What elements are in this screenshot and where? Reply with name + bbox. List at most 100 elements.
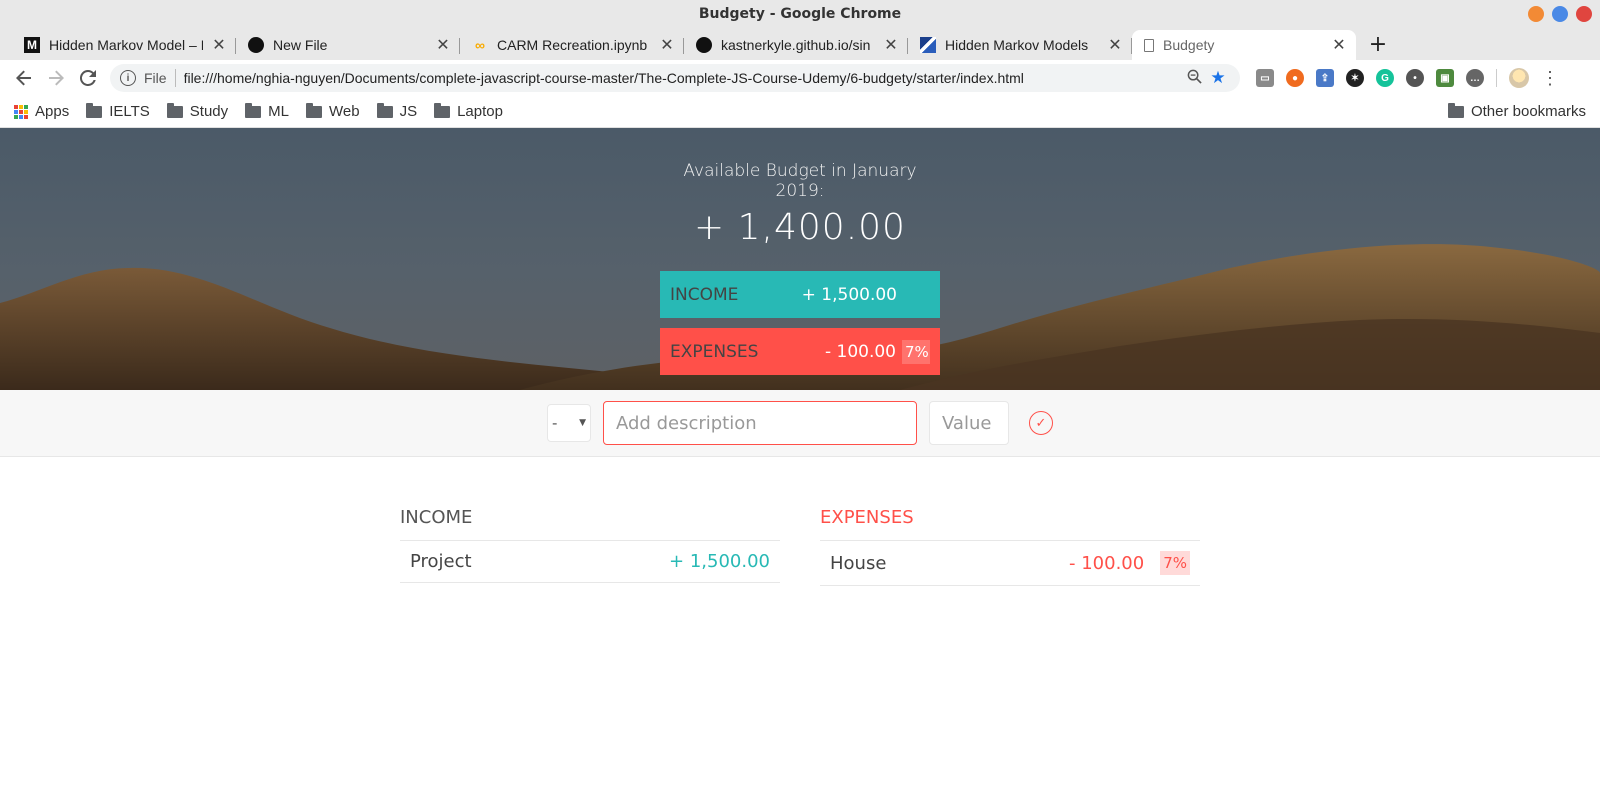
document-icon [1144,38,1154,52]
bookmark-label: Other bookmarks [1470,103,1586,120]
tab-label: kastnerkyle.github.io/sin [721,37,871,53]
tab-carm-recreation[interactable]: ∞ CARM Recreation.ipynb - C ✕ [460,30,684,60]
list-item[interactable]: Project + 1,500.00 [400,541,780,583]
minimize-button[interactable] [1528,6,1544,22]
new-tab-button[interactable]: + [1362,30,1394,60]
lists-container: Income Project + 1,500.00 Expenses House… [400,457,1200,586]
tab-label: Budgety [1163,37,1215,53]
value-input[interactable] [929,401,1009,445]
budget-expenses-label: Expenses [670,341,759,362]
bookmark-folder-ielts[interactable]: IELTS [86,102,150,120]
extensions-area: ▭ ● ⇪ ✶ G • ▣ … ⋮ [1256,68,1559,89]
bookmarks-bar: Apps IELTS Study ML Web JS Laptop Other … [0,96,1600,128]
tab-close-icon[interactable]: ✕ [1332,35,1346,55]
back-arrow-icon [16,70,31,86]
item-percentage: 7% [1160,551,1190,575]
tab-close-icon[interactable]: ✕ [1108,35,1122,55]
forward-arrow-icon [49,70,64,86]
folder-icon [376,102,393,118]
bookmark-apps[interactable]: Apps [14,103,69,120]
budget-income-label: Income [670,284,739,305]
type-select[interactable]: - ▼ [547,404,591,442]
tab-new-file[interactable]: New File ✕ [236,30,460,60]
bookmark-other[interactable]: Other bookmarks [1447,102,1586,120]
url-scheme: File [144,70,167,86]
tab-budgety[interactable]: Budgety ✕ [1132,30,1356,60]
budget-expenses-percentage: 7% [902,339,930,364]
chat-bubble-icon[interactable]: … [1466,69,1484,87]
maximize-button[interactable] [1552,6,1568,22]
divider [1496,69,1497,87]
type-select-value: - [552,414,558,432]
divider [174,69,176,87]
budget-header: Available Budget in January 2019: + 1,40… [0,128,1600,390]
url-text[interactable]: file:///home/nghia-nguyen/Documents/comp… [184,70,1182,86]
reload-button[interactable] [72,63,104,93]
lightbulb-icon[interactable]: • [1406,69,1424,87]
budget-income-value: + 1,500.00 [801,284,897,305]
bookmark-folder-js[interactable]: JS [376,102,417,120]
bookmark-label: Web [328,103,360,120]
extension-icon[interactable]: ▣ [1436,69,1454,87]
income-list: Income Project + 1,500.00 [400,507,780,586]
github-icon [696,37,712,53]
tab-close-icon[interactable]: ✕ [436,35,450,55]
income-list-title: Income [400,507,780,541]
github-icon [248,37,264,53]
bookmark-folder-web[interactable]: Web [305,102,360,120]
colab-icon: ∞ [475,37,485,53]
checkmark-icon: ✓ [1035,415,1047,431]
budget-income-row: Income + 1,500.00 [660,271,940,318]
tab-close-icon[interactable]: ✕ [212,35,226,55]
window-title: Budgety - Google Chrome [698,6,902,22]
extension-icon[interactable]: ▭ [1256,69,1274,87]
medium-icon: M [24,37,40,53]
tab-hidden-markov-models[interactable]: Hidden Markov Models ✕ [908,30,1132,60]
address-bar[interactable]: i File file:///home/nghia-nguyen/Documen… [110,64,1240,92]
tab-close-icon[interactable]: ✕ [884,35,898,55]
bookmark-folder-laptop[interactable]: Laptop [434,102,503,120]
bookmark-label: ML [268,103,289,120]
extension-icon[interactable]: ● [1286,69,1304,87]
description-input[interactable] [603,401,917,445]
folder-icon [86,102,103,118]
browser-toolbar: i File file:///home/nghia-nguyen/Documen… [0,60,1600,96]
bookmark-folder-ml[interactable]: ML [245,102,289,120]
bookmark-label: Laptop [457,103,503,120]
expenses-list: Expenses House - 100.00 7% [820,507,1200,586]
bookmark-star-icon[interactable]: ★ [1206,68,1230,88]
forward-button[interactable] [40,63,72,93]
extension-icon[interactable]: ✶ [1346,69,1364,87]
folder-icon [166,102,183,118]
back-button[interactable] [8,63,40,93]
tab-label: New File [273,37,328,53]
chevron-down-icon: ▼ [579,418,586,428]
info-icon[interactable]: i [120,70,136,86]
tab-hidden-markov-model-medium[interactable]: M Hidden Markov Model – E ✕ [12,30,236,60]
close-window-button[interactable] [1576,6,1592,22]
tab-close-icon[interactable]: ✕ [660,35,674,55]
budget-expenses-value: - 100.00 [824,341,896,362]
apps-grid-icon [14,104,28,119]
bookmark-label: Apps [35,103,70,120]
item-value: - 100.00 [1069,552,1145,574]
item-description: House [830,552,887,574]
bookmark-folder-study[interactable]: Study [166,102,229,120]
tab-kastnerkyle[interactable]: kastnerkyle.github.io/sin ✕ [684,30,908,60]
add-button[interactable]: ✓ [1029,411,1053,435]
avatar[interactable] [1509,68,1529,88]
bookmark-label: Study [189,103,229,120]
grammarly-icon[interactable]: G [1376,69,1394,87]
tab-label: CARM Recreation.ipynb - C [497,37,651,53]
list-item[interactable]: House - 100.00 7% [820,541,1200,586]
window-titlebar: Budgety - Google Chrome [0,0,1600,28]
extension-icon[interactable]: ⇪ [1316,69,1334,87]
window-controls [1528,6,1592,22]
zoom-icon[interactable] [1182,69,1206,88]
folder-icon [245,102,262,118]
tab-label: Hidden Markov Model – E [49,37,203,53]
tab-strip: M Hidden Markov Model – E ✕ New File ✕ ∞… [0,28,1600,60]
budget-title: Available Budget in January 2019: [683,161,917,201]
magnifier-minus-icon [1187,69,1202,84]
menu-icon[interactable]: ⋮ [1541,68,1559,89]
